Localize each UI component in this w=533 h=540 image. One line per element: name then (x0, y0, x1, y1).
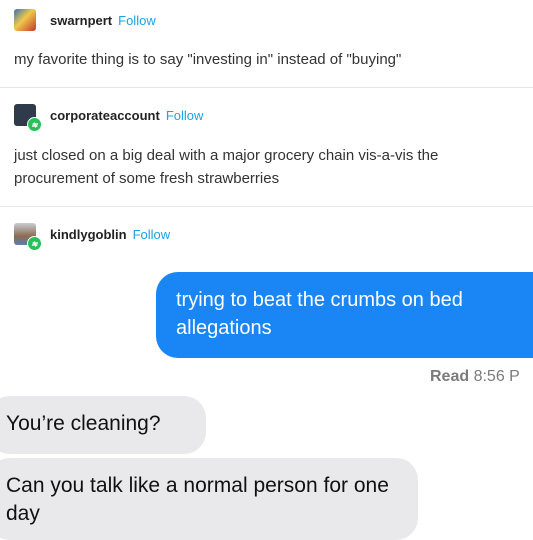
post-header: swarnpert Follow (14, 9, 156, 31)
avatar[interactable] (14, 9, 36, 31)
avatar[interactable] (14, 104, 42, 132)
post-text: just closed on a big deal with a major g… (14, 147, 439, 187)
follow-button[interactable]: Follow (118, 13, 156, 28)
read-time: 8:56 P (473, 368, 520, 385)
username[interactable]: swarnpert (50, 13, 112, 28)
post-header: kindlygoblin Follow (14, 223, 171, 251)
follow-button[interactable]: Follow (166, 108, 204, 123)
username[interactable]: kindlygoblin (50, 227, 127, 242)
read-receipt: Read 8:56 P (430, 368, 520, 386)
read-label: Read (430, 368, 470, 385)
divider (0, 206, 533, 207)
username[interactable]: corporateaccount (50, 108, 160, 123)
received-message-bubble: Can you talk like a normal person for on… (0, 458, 418, 540)
received-message-bubble: You’re cleaning? (0, 396, 206, 454)
reblog-icon (27, 236, 42, 251)
post-text: my favorite thing is to say "investing i… (14, 51, 402, 68)
divider (0, 87, 533, 88)
chat-screenshot: trying to beat the crumbs on bed allegat… (0, 262, 533, 540)
post-header: corporateaccount Follow (14, 104, 204, 132)
sent-message-bubble: trying to beat the crumbs on bed allegat… (156, 272, 533, 358)
follow-button[interactable]: Follow (133, 227, 171, 242)
avatar[interactable] (14, 223, 42, 251)
reblog-icon (27, 117, 42, 132)
